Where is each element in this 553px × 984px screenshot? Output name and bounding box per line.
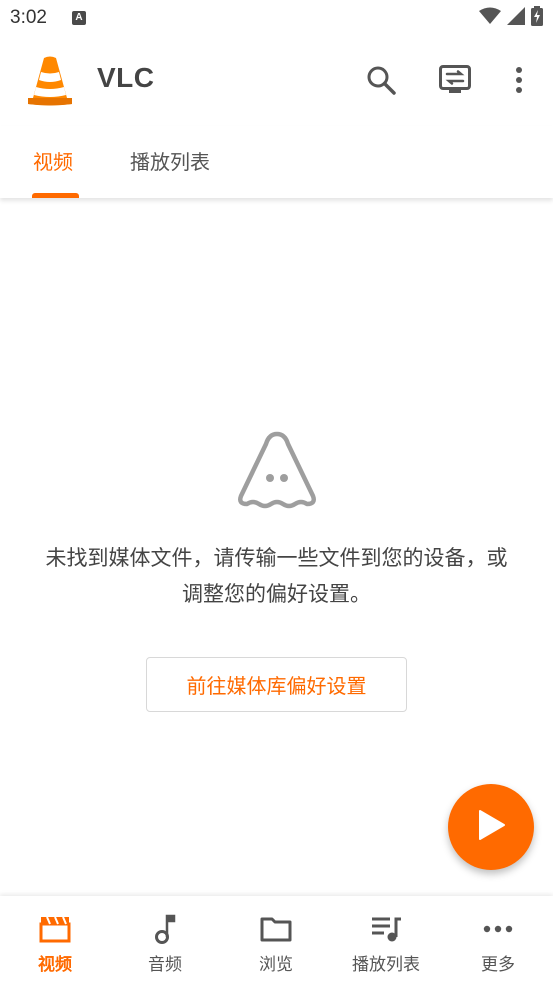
clapperboard-icon (38, 914, 72, 944)
playlist-icon (369, 914, 403, 944)
empty-message-line1: 未找到媒体文件，请传输一些文件到您的设备，或 (45, 546, 508, 570)
app-title: VLC (97, 62, 155, 93)
a-badge-icon: A (72, 11, 86, 25)
play-fab-button[interactable] (448, 784, 534, 870)
music-note-icon (148, 914, 182, 944)
status-bar: 3:02 A (0, 0, 553, 38)
nav-label-video: 视频 (38, 955, 72, 975)
status-icons (479, 6, 543, 30)
overflow-menu-icon[interactable] (501, 62, 537, 98)
tab-video[interactable]: 视频 (33, 146, 73, 175)
folder-icon (259, 914, 293, 944)
nav-item-playlist[interactable]: 播放列表 (331, 896, 441, 984)
search-icon[interactable] (363, 62, 399, 98)
nav-label-audio: 音频 (148, 955, 182, 975)
nav-item-more[interactable]: 更多 (443, 896, 553, 984)
nav-label-playlist: 播放列表 (352, 955, 420, 975)
battery-charging-icon (531, 6, 543, 30)
tab-indicator (32, 193, 79, 198)
wifi-icon (479, 7, 501, 29)
more-dots-icon (481, 914, 515, 944)
app-bar: VLC (0, 38, 553, 126)
renderer-cast-icon[interactable] (437, 62, 473, 98)
nav-item-audio[interactable]: 音频 (110, 896, 220, 984)
nav-item-browse[interactable]: 浏览 (221, 896, 331, 984)
bottom-navigation: 视频 音频 浏览 播放列表 更多 (0, 896, 553, 984)
library-preferences-button[interactable]: 前往媒体库偏好设置 (146, 657, 407, 712)
status-time: 3:02 (10, 7, 47, 28)
nav-item-video[interactable]: 视频 (0, 896, 110, 984)
play-icon (476, 809, 506, 845)
nav-label-more: 更多 (481, 955, 515, 975)
empty-message: 未找到媒体文件，请传输一些文件到您的设备，或 调整您的偏好设置。 (0, 540, 553, 612)
vlc-cone-icon (24, 54, 76, 106)
empty-message-line2: 调整您的偏好设置。 (182, 582, 371, 606)
ghost-icon (235, 430, 319, 510)
signal-icon (507, 7, 525, 29)
nav-label-browse: 浏览 (259, 955, 293, 975)
tab-playlist[interactable]: 播放列表 (130, 146, 210, 175)
tab-bar: 视频 播放列表 (0, 126, 553, 198)
